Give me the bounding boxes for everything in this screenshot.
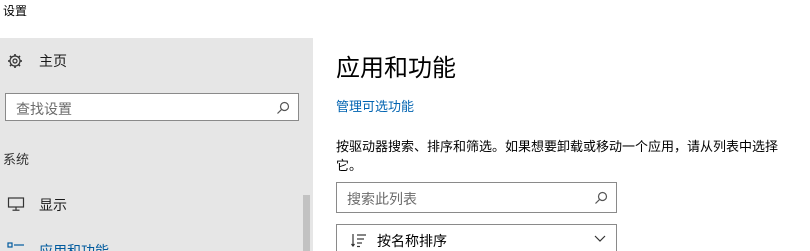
monitor-icon: [7, 197, 25, 211]
settings-search-input[interactable]: 查找设置: [5, 93, 299, 121]
search-icon[interactable]: [594, 191, 608, 205]
window-title: 设置: [3, 4, 28, 18]
sort-icon: [351, 234, 366, 248]
sidebar-item-home[interactable]: 主页: [0, 38, 313, 84]
sidebar-item-apps[interactable]: 应用和功能: [0, 238, 300, 251]
sidebar-item-label: 显示: [39, 198, 67, 214]
sidebar-scrollbar[interactable]: [300, 180, 313, 251]
sidebar-item-label: 应用和功能: [39, 241, 109, 251]
section-label-system: 系统: [3, 153, 30, 168]
apps-list-icon: [7, 242, 24, 248]
sort-dropdown[interactable]: 按名称排序: [336, 224, 617, 251]
chevron-down-icon: [594, 235, 606, 242]
manage-optional-features-link[interactable]: 管理可选功能: [336, 96, 414, 115]
description-text: 按驱动器搜索、排序和筛选。如果想要卸载或移动一个应用，请从列表中选择它。: [336, 140, 779, 174]
settings-window: 设置 主页 查找设置 系统 显示 应用和功能 管理可选功能 按驱动器搜索、排序和…: [0, 0, 810, 251]
sidebar-item-display[interactable]: 显示: [0, 188, 300, 222]
search-icon[interactable]: [276, 101, 290, 115]
page-title: 应用和功能: [336, 54, 456, 82]
sort-dropdown-label: 按名称排序: [377, 234, 447, 250]
gear-icon: [8, 54, 22, 68]
sidebar-item-label: 主页: [39, 54, 67, 70]
app-list-search-input[interactable]: 搜索此列表: [336, 182, 617, 213]
sidebar: 主页 查找设置 系统 显示 应用和功能: [0, 38, 313, 251]
search-placeholder: 查找设置: [16, 102, 72, 118]
scrollbar-thumb[interactable]: [303, 195, 310, 251]
search-placeholder: 搜索此列表: [347, 192, 417, 208]
title-bar: 设置: [0, 0, 810, 30]
main-content: 应用和功能 管理可选功能 按驱动器搜索、排序和筛选。如果想要卸载或移动一个应用，…: [313, 30, 810, 251]
